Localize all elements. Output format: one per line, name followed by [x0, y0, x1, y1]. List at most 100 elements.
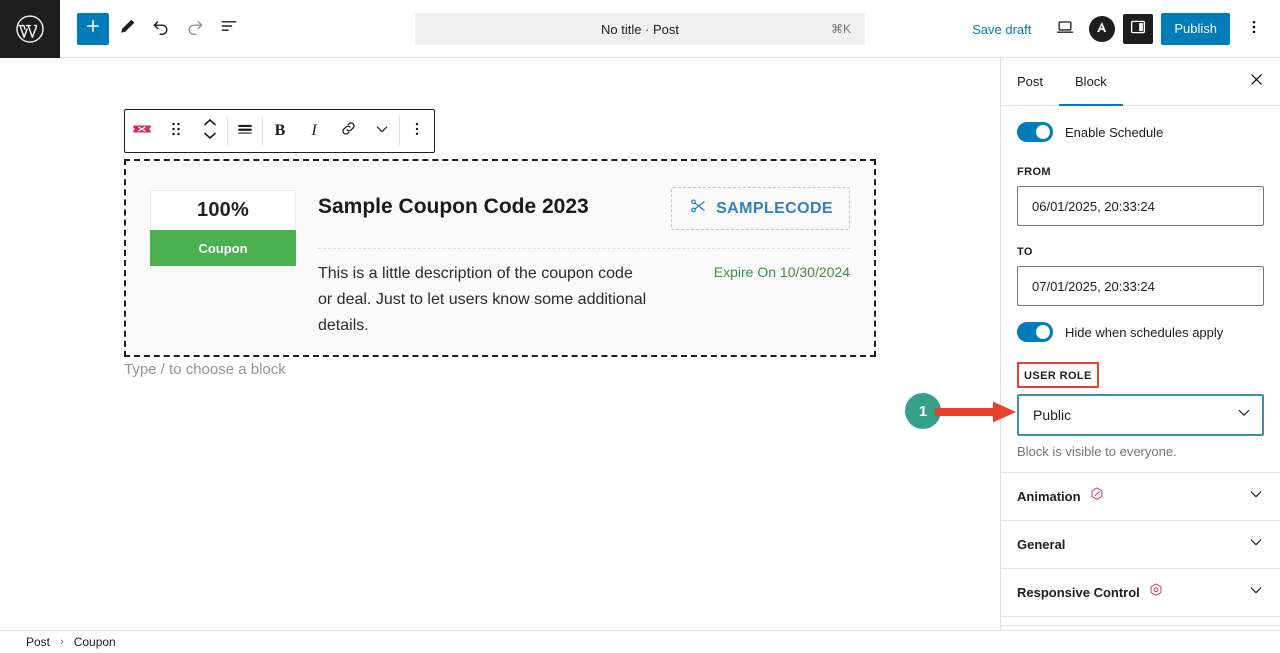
user-role-label-highlight: USER ROLE — [1017, 362, 1099, 388]
align-center-icon — [235, 119, 255, 144]
move-block-updown-buttons[interactable] — [193, 110, 227, 152]
enable-schedule-label: Enable Schedule — [1065, 124, 1164, 140]
undo-button[interactable] — [145, 13, 177, 45]
editor-top-bar: No title · Post ⌘K Save draft Publish — [0, 0, 1280, 58]
block-toolbar-align-group — [228, 110, 262, 152]
hide-when-schedules-toggle[interactable] — [1017, 322, 1053, 342]
panel-animation[interactable]: Animation — [1001, 472, 1280, 520]
align-button[interactable] — [228, 110, 262, 152]
pencil-edit-icon — [118, 17, 137, 41]
panel-general[interactable]: General — [1001, 520, 1280, 568]
chevron-down-icon — [1248, 582, 1264, 603]
italic-button[interactable]: I — [297, 110, 331, 152]
coupon-body-row: This is a little description of the coup… — [318, 249, 850, 339]
panel-responsive-control-left: Responsive Control — [1017, 582, 1164, 603]
post-title-search-field[interactable]: No title · Post ⌘K — [415, 13, 865, 45]
settings-sidebar-toggle-button[interactable] — [1123, 14, 1154, 44]
pro-badge-icon — [1148, 582, 1164, 603]
user-role-selected-value: Public — [1033, 407, 1072, 423]
sidebar-panel-icon — [1129, 18, 1147, 41]
astra-logo-button[interactable] — [1089, 16, 1116, 42]
redo-button[interactable] — [179, 13, 211, 45]
coupon-block[interactable]: 100% Coupon Sample Coupon Code 2023 SAMP… — [124, 159, 876, 357]
editor-canvas: B I 100% Coupon Sample Coupon Code 2023 … — [0, 58, 1000, 630]
breadcrumb-item-coupon[interactable]: Coupon — [74, 635, 116, 649]
chevron-up-down-icon — [203, 116, 217, 147]
right-arrow-icon — [935, 401, 1017, 428]
astra-logo-icon — [1094, 19, 1110, 40]
panel-general-left: General — [1017, 537, 1065, 552]
coupon-details: Sample Coupon Code 2023 SAMPLECODE This — [296, 187, 850, 334]
post-title-text: No title · Post — [600, 21, 680, 37]
user-role-label: USER ROLE — [1024, 370, 1092, 382]
more-rich-text-button[interactable] — [365, 110, 399, 152]
coupon-discount-panel: 100% Coupon — [150, 187, 296, 329]
command-k-shortcut: ⌘K — [830, 22, 851, 36]
wordpress-logo-icon — [15, 14, 45, 44]
coupon-description[interactable]: This is a little description of the coup… — [318, 261, 648, 339]
panel-responsive-control[interactable]: Responsive Control — [1001, 568, 1280, 616]
user-role-helper-text: Block is visible to everyone. — [1017, 444, 1177, 459]
chevron-down-icon — [1248, 486, 1264, 507]
panel-animation-left: Animation — [1017, 486, 1105, 507]
publish-button[interactable]: Publish — [1161, 13, 1230, 45]
step-annotation: 1 — [905, 393, 1017, 431]
wordpress-logo-button[interactable] — [0, 0, 60, 58]
tools-edit-button[interactable] — [111, 13, 143, 45]
block-options-button[interactable] — [400, 110, 434, 152]
coupon-code-text: SAMPLECODE — [716, 199, 833, 217]
link-icon — [339, 119, 358, 143]
enable-schedule-toggle[interactable] — [1017, 122, 1053, 142]
laptop-preview-icon — [1055, 17, 1075, 42]
block-type-button[interactable] — [125, 110, 159, 152]
to-date-input[interactable] — [1017, 266, 1264, 306]
panel-animation-title: Animation — [1017, 489, 1081, 504]
settings-sidebar: Post Block Enable Schedule FROM TO — [1000, 58, 1280, 630]
block-toolbar-block-group — [125, 110, 227, 152]
redo-arrow-icon — [185, 16, 205, 41]
add-block-button[interactable] — [77, 12, 109, 45]
user-role-field-group: USER ROLE Public Block is visible to eve… — [1017, 362, 1264, 459]
link-button[interactable] — [331, 110, 365, 152]
block-toolbar: B I — [124, 109, 435, 153]
breadcrumb-item-post[interactable]: Post — [26, 635, 50, 649]
save-draft-button[interactable]: Save draft — [962, 16, 1041, 43]
scissors-icon — [688, 197, 708, 220]
coupon-type-button[interactable]: Coupon — [150, 230, 296, 266]
drag-block-handle[interactable] — [159, 110, 193, 152]
bold-button[interactable]: B — [263, 110, 297, 152]
coupon-code-button[interactable]: SAMPLECODE — [671, 187, 850, 230]
sidebar-tabs: Post Block — [1001, 58, 1280, 106]
sidebar-panels: Animation General Responsive Control — [1001, 472, 1280, 626]
hide-when-schedules-row: Hide when schedules apply — [1017, 322, 1264, 342]
coupon-discount-value: 100% — [150, 190, 296, 230]
tab-block[interactable]: Block — [1059, 58, 1123, 106]
panel-responsive-control-title: Responsive Control — [1017, 585, 1140, 600]
panel-general-title: General — [1017, 537, 1066, 552]
drag-dots-icon — [168, 120, 184, 143]
document-outline-icon — [219, 16, 239, 41]
to-field-group: TO — [1017, 242, 1264, 306]
chevron-down-icon — [1248, 534, 1264, 555]
preview-device-button[interactable] — [1049, 13, 1081, 45]
block-toolbar-format-group: B I — [263, 110, 399, 152]
enable-schedule-row: Enable Schedule — [1017, 122, 1264, 142]
empty-block-placeholder[interactable]: Type / to choose a block — [124, 361, 286, 378]
coupon-title[interactable]: Sample Coupon Code 2023 — [318, 187, 589, 220]
coupon-header-row: Sample Coupon Code 2023 SAMPLECODE — [318, 187, 850, 230]
coupon-expiry-text: Expire On 10/30/2024 — [713, 264, 850, 280]
top-bar-right-tools: Save draft Publish — [962, 0, 1270, 58]
kebab-menu-icon — [408, 120, 426, 143]
more-options-button[interactable] — [1238, 13, 1270, 45]
close-sidebar-button[interactable] — [1240, 66, 1272, 98]
coupon-block-inner: 100% Coupon Sample Coupon Code 2023 SAMP… — [126, 161, 874, 355]
tab-post[interactable]: Post — [1001, 58, 1059, 106]
block-toolbar-options-group — [400, 110, 434, 152]
top-bar-left-tools — [60, 12, 245, 45]
user-role-select[interactable]: Public — [1017, 394, 1264, 436]
to-label: TO — [1017, 246, 1033, 258]
list-view-button[interactable] — [213, 13, 245, 45]
from-date-input[interactable] — [1017, 186, 1264, 226]
chevron-down-icon — [374, 121, 390, 142]
pro-badge-icon — [1089, 486, 1105, 507]
